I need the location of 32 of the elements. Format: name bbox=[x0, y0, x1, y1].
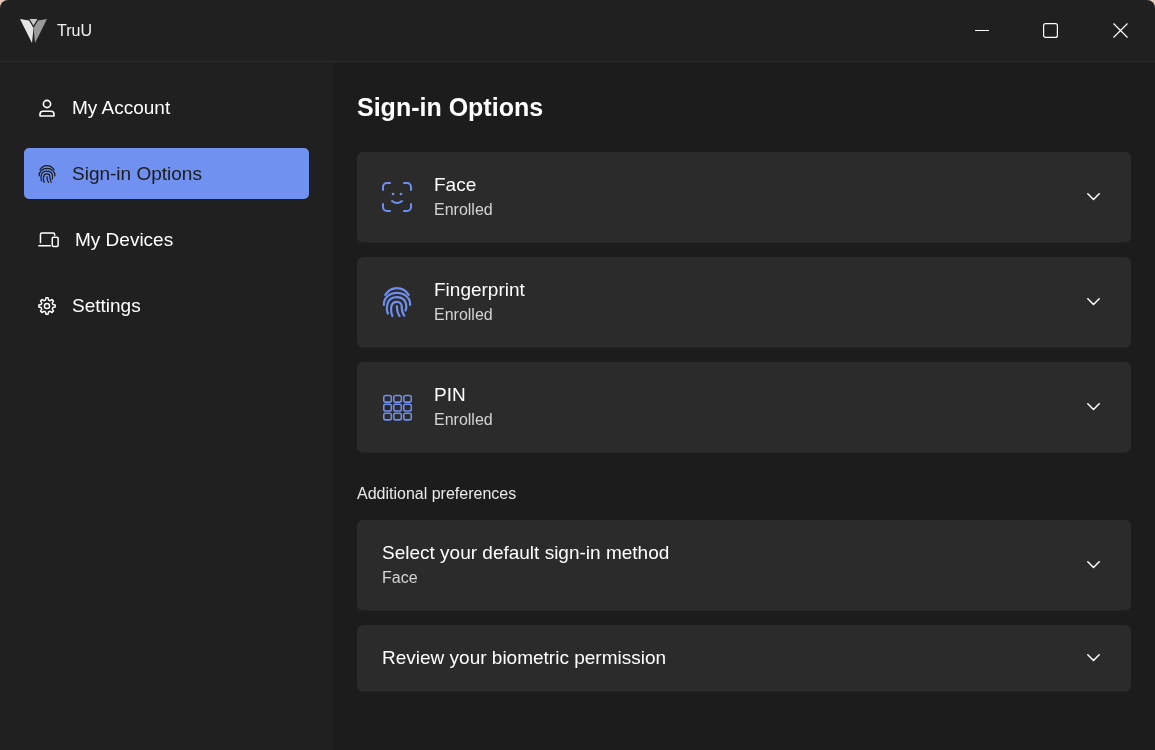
keypad-icon bbox=[382, 392, 412, 422]
method-status: Enrolled bbox=[434, 200, 493, 220]
maximize-icon bbox=[1043, 23, 1058, 38]
nav-item[interactable]: Sign-in Options bbox=[24, 148, 309, 199]
method-name: PIN bbox=[434, 383, 466, 407]
section-heading: Additional preferences bbox=[357, 484, 518, 504]
method-name: Face bbox=[434, 173, 477, 197]
method-card[interactable]: Face Enrolled bbox=[357, 152, 1131, 243]
minimize-icon bbox=[974, 29, 989, 32]
method-card[interactable]: PIN Enrolled bbox=[357, 362, 1131, 453]
app-title: TruU bbox=[57, 21, 92, 40]
logo-icon bbox=[20, 17, 47, 44]
nav-item[interactable]: My Devices bbox=[24, 214, 309, 265]
method-name: Fingerprint bbox=[434, 278, 525, 302]
close-icon bbox=[1112, 23, 1128, 38]
page-title: Sign-in Options bbox=[357, 92, 545, 123]
devices-icon bbox=[38, 231, 59, 248]
face-scan-icon bbox=[382, 182, 412, 212]
gear-icon bbox=[38, 296, 56, 315]
method-status: Enrolled bbox=[434, 305, 493, 325]
preference-title: Select your default sign-in method bbox=[382, 541, 670, 565]
fingerprint-icon bbox=[382, 287, 412, 317]
method-card[interactable]: Fingerprint Enrolled bbox=[357, 257, 1131, 348]
person-icon bbox=[38, 98, 56, 117]
nav-item[interactable]: Settings bbox=[24, 280, 309, 331]
preference-card[interactable]: Review your biometric permission bbox=[357, 625, 1131, 692]
nav-item[interactable]: My Account bbox=[24, 82, 309, 133]
method-status: Enrolled bbox=[434, 410, 493, 430]
preference-value: Face bbox=[382, 568, 418, 588]
preference-title: Review your biometric permission bbox=[382, 646, 667, 670]
fingerprint-icon bbox=[38, 164, 56, 183]
preference-card[interactable]: Select your default sign-in method Face bbox=[357, 520, 1131, 611]
